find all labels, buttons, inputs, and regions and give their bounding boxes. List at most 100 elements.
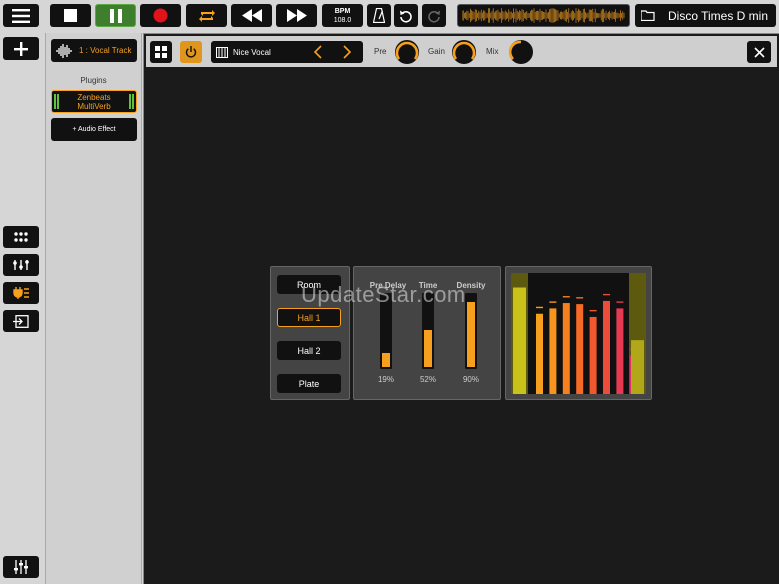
plugin-slot-multiverb[interactable]: Zenbeats MultiVerb [51,90,137,113]
rewind-icon [241,9,262,22]
import-icon [13,314,29,328]
knob-graphic [452,40,476,64]
audio-waveform-icon [56,43,72,58]
instrument-icon [13,260,29,270]
add-audio-effect-button[interactable]: + Audio Effect [51,118,137,141]
redo-icon [428,10,440,23]
fader-fill [424,330,432,367]
grid-icon [155,46,167,58]
meter-bar [536,313,543,394]
knob-graphic [508,40,533,64]
song-overview-waveform[interactable] [457,4,630,27]
metronome-button[interactable] [367,4,391,27]
plugin-meter-right [129,94,131,109]
plugins-heading: Plugins [80,76,107,85]
meter-peak-marker [603,293,610,296]
plugin-meter-left-2 [57,94,59,109]
reverb-type-hall-2[interactable]: Hall 2 [277,341,341,360]
meter-bar [589,316,597,394]
meter-peak-marker [576,297,584,299]
fast-forward-icon [286,9,307,22]
close-plugin-button[interactable] [747,41,771,63]
preset-next-button[interactable] [341,45,355,59]
preset-name: Nice Vocal [233,47,271,57]
fader-fill [382,353,390,367]
menu-icon [12,8,30,23]
metronome-icon [373,8,385,23]
record-button[interactable] [140,4,181,27]
plugin-name-line2: MultiVerb [77,101,111,111]
import-button[interactable] [3,310,39,332]
fast-forward-button[interactable] [276,4,317,27]
meter-bar [576,304,584,394]
piano-icon [216,46,228,58]
rewind-button[interactable] [231,4,272,27]
close-icon [753,46,765,58]
plugin-grid-button[interactable] [150,41,172,63]
meter-bar [603,300,610,394]
pause-icon [109,8,122,23]
mixer-button[interactable] [3,556,39,578]
watermark-text: UpdateStar.com [301,282,466,307]
reverb-type-label: Hall 1 [297,312,321,323]
loop-icon [198,9,215,22]
knob-label-mix: Mix [486,47,499,56]
bpm-display[interactable]: BPM 108.0 [322,4,363,27]
bpm-value: 108.0 [333,16,352,24]
reverb-type-hall-1[interactable]: Hall 1 [277,308,341,327]
meter-bar [616,308,624,394]
meter-peak-marker [536,306,543,309]
plugin-name-line1: Zenbeats [77,92,111,102]
meter-peak-marker [549,301,557,303]
stop-icon [64,9,77,22]
track-name: 1 : Vocal Track [79,46,132,55]
plugin-meter-left [54,94,56,109]
song-title: Disco Times D min [668,8,769,23]
pre-knob[interactable] [394,39,420,65]
meter-bar [562,303,570,394]
track-panel: 1 : Vocal Track Plugins Zenbeats MultiVe… [45,33,142,584]
effects-plug-icon [13,287,29,299]
reverb-type-plate[interactable]: Plate [277,374,341,393]
reverb-type-label: Plate [298,378,320,389]
plus-icon [14,41,28,56]
knob-label-pre: Pre [374,47,387,56]
pads-view-button[interactable] [3,226,39,248]
preset-previous-button[interactable] [312,45,326,59]
song-selector-button[interactable]: Disco Times D min [635,4,776,27]
redo-button[interactable] [422,4,446,27]
plugin-meter-right-2 [132,94,134,109]
undo-button[interactable] [394,4,418,27]
chevron-right-icon [343,45,352,59]
waveform-path [462,8,625,23]
add-track-button[interactable] [3,37,39,60]
chevron-left-icon [313,45,322,59]
instrument-editor-button[interactable] [3,254,39,276]
reverb-type-label: Hall 2 [297,345,321,356]
meter-peak-marker [616,301,624,303]
power-icon [185,46,197,58]
meter-peak-marker [562,296,570,298]
waveform-graphic [462,8,625,23]
input-meter-level [513,287,526,394]
mix-knob[interactable] [508,39,534,65]
menu-button[interactable] [3,4,39,27]
knob-graphic [395,40,419,64]
bpm-label: BPM [334,7,351,15]
pause-button[interactable] [95,4,136,27]
add-audio-effect-label: + Audio Effect [72,126,116,133]
meter-peak-marker [589,309,597,312]
meter-display [511,273,646,394]
effects-view-button[interactable] [3,282,39,304]
knob-label-gain: Gain [428,47,445,56]
pads-icon [14,232,28,242]
loop-button[interactable] [186,4,227,27]
fader-value-time: 52% [419,375,436,384]
meter-bar [549,308,557,394]
fader-value-pre-delay: 19% [377,375,394,384]
gain-knob[interactable] [451,39,477,65]
mixer-sliders-icon [14,560,28,574]
plugin-power-button[interactable] [180,41,202,63]
stop-button[interactable] [50,4,91,27]
track-selector[interactable]: 1 : Vocal Track [51,39,137,62]
